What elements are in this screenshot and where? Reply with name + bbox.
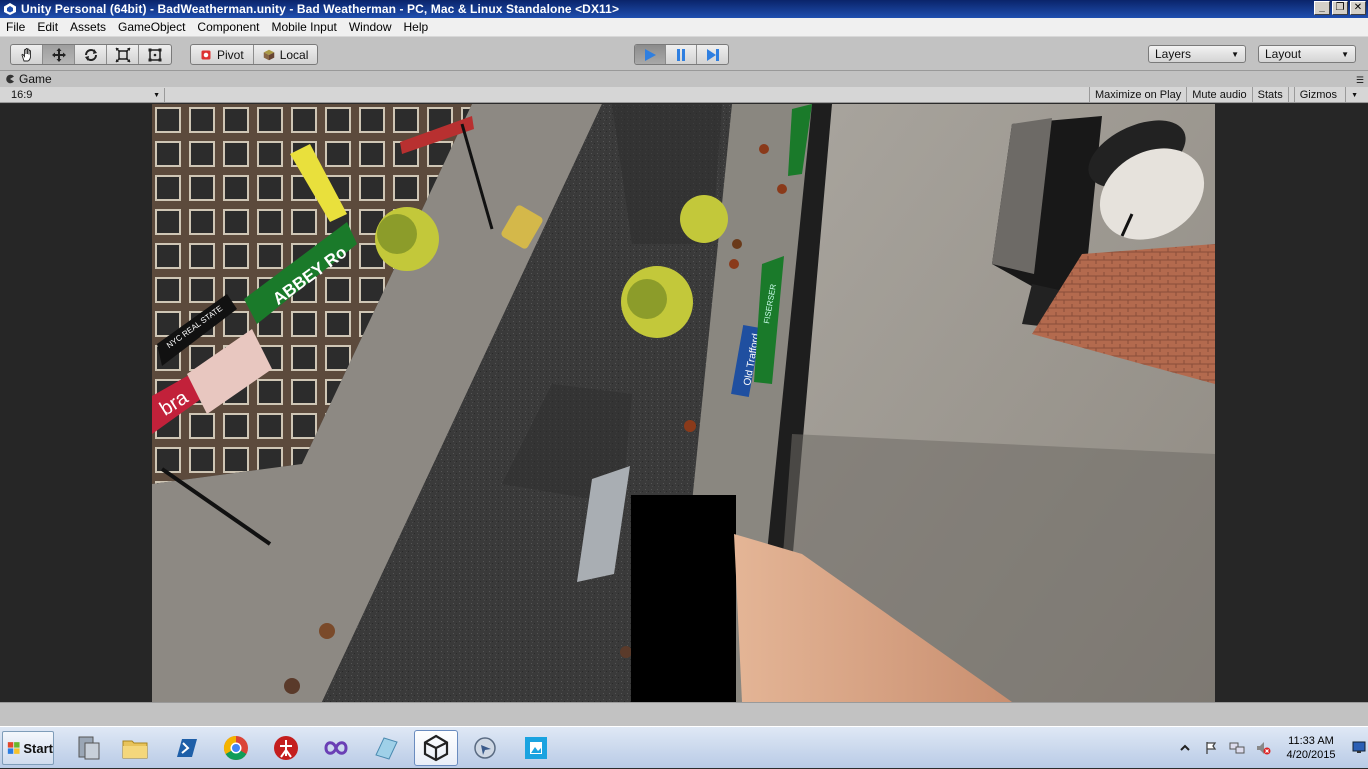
aspect-ratio-dropdown[interactable]: 16:9 ▼ bbox=[5, 88, 165, 102]
game-controls-bar: 16:9 ▼ Maximize on Play Mute audio Stats… bbox=[0, 87, 1368, 103]
gizmos-label: Gizmos bbox=[1293, 87, 1342, 103]
pause-button[interactable] bbox=[666, 45, 697, 64]
chrome-icon bbox=[223, 736, 248, 761]
layout-dropdown[interactable]: Layout ▼ bbox=[1258, 45, 1356, 63]
step-icon bbox=[706, 48, 719, 61]
rotate-tool-button[interactable] bbox=[75, 45, 107, 64]
start-button[interactable]: Start bbox=[2, 731, 54, 765]
restore-button[interactable]: ❐ bbox=[1332, 1, 1348, 15]
windows-logo-icon bbox=[7, 742, 20, 754]
title-bar: Unity Personal (64bit) - BadWeatherman.u… bbox=[0, 0, 1368, 18]
speaker-muted-icon[interactable] bbox=[1255, 740, 1271, 756]
image-viewer-icon bbox=[525, 737, 547, 759]
dropdown-arrow-icon: ▼ bbox=[1231, 49, 1239, 59]
game-scene: ABBEY Ro bra NYC REAL STATE Old Trafford… bbox=[152, 104, 1215, 702]
tab-game[interactable]: Game bbox=[5, 72, 52, 86]
powershell-icon bbox=[177, 739, 197, 757]
window-title: Unity Personal (64bit) - BadWeatherman.u… bbox=[21, 2, 620, 16]
unity-logo-icon bbox=[4, 3, 16, 15]
taskbar-powershell[interactable] bbox=[164, 730, 208, 766]
rotate-icon bbox=[84, 48, 97, 61]
taskbar-chrome[interactable] bbox=[214, 730, 258, 766]
scale-tool-button[interactable] bbox=[107, 45, 139, 64]
layers-dropdown[interactable]: Layers ▼ bbox=[1148, 45, 1246, 63]
menu-file[interactable]: File bbox=[0, 20, 31, 34]
menu-mobile-input[interactable]: Mobile Input bbox=[265, 20, 342, 34]
notes-icon bbox=[375, 737, 398, 760]
clock[interactable]: 11:33 AM 4/20/2015 bbox=[1276, 734, 1346, 762]
move-tool-button[interactable] bbox=[43, 45, 75, 64]
system-tray: 11:33 AM 4/20/2015 bbox=[1172, 727, 1368, 769]
dropdown-arrow-icon: ▼ bbox=[1341, 49, 1349, 59]
layers-label: Layers bbox=[1155, 47, 1192, 61]
scale-icon bbox=[114, 46, 131, 63]
game-panel-header: Game ☰ bbox=[0, 71, 1368, 87]
taskbar-visual-studio[interactable] bbox=[314, 730, 358, 766]
pivot-icon bbox=[201, 50, 211, 59]
pivot-label: Pivot bbox=[217, 47, 244, 62]
stats-toggle[interactable]: Stats bbox=[1251, 87, 1288, 103]
close-button[interactable]: ✕ bbox=[1350, 1, 1366, 15]
taskbar-unity[interactable] bbox=[414, 730, 458, 766]
layout-label: Layout bbox=[1265, 47, 1302, 61]
panel-menu-icon[interactable]: ☰ bbox=[1356, 75, 1364, 86]
pacman-icon bbox=[6, 74, 14, 84]
play-controls bbox=[634, 44, 729, 65]
hand-icon bbox=[21, 47, 31, 61]
folder-icon bbox=[122, 740, 148, 759]
clock-time: 11:33 AM bbox=[1288, 735, 1334, 747]
tab-game-label: Game bbox=[19, 72, 52, 86]
start-label: Start bbox=[23, 740, 53, 756]
chevron-up-icon[interactable] bbox=[1177, 740, 1193, 756]
flag-icon[interactable] bbox=[1203, 740, 1219, 756]
taskbar-server-manager[interactable] bbox=[66, 730, 110, 766]
step-button[interactable] bbox=[697, 45, 728, 64]
local-button[interactable]: Local bbox=[254, 45, 318, 64]
acrobat-icon bbox=[274, 736, 298, 760]
gizmos-dropdown[interactable]: Gizmos ▼ bbox=[1287, 87, 1368, 103]
unity-icon bbox=[423, 734, 449, 762]
menu-bar: File Edit Assets GameObject Component Mo… bbox=[0, 18, 1368, 37]
menu-gameobject[interactable]: GameObject bbox=[112, 20, 191, 34]
menu-assets[interactable]: Assets bbox=[64, 20, 112, 34]
pause-icon bbox=[677, 48, 685, 61]
taskbar-acrobat[interactable] bbox=[264, 730, 308, 766]
toolbar: Pivot Local Layers ▼ Layout ▼ bbox=[0, 37, 1368, 71]
local-cube-icon bbox=[263, 49, 274, 60]
menu-component[interactable]: Component bbox=[191, 20, 265, 34]
menu-edit[interactable]: Edit bbox=[31, 20, 64, 34]
menu-help[interactable]: Help bbox=[398, 20, 435, 34]
mute-audio-toggle[interactable]: Mute audio bbox=[1186, 87, 1251, 103]
dropdown-arrow-icon: ▼ bbox=[153, 91, 160, 99]
rect-tool-icon bbox=[148, 48, 162, 61]
maximize-on-play-toggle[interactable]: Maximize on Play bbox=[1089, 87, 1186, 103]
pivot-button[interactable]: Pivot bbox=[191, 45, 254, 64]
server-manager-icon bbox=[78, 736, 100, 760]
move-arrows-icon bbox=[51, 47, 66, 62]
menu-window[interactable]: Window bbox=[343, 20, 398, 34]
clock-date: 4/20/2015 bbox=[1286, 749, 1336, 761]
local-label: Local bbox=[279, 47, 309, 62]
rect-tool-button[interactable] bbox=[139, 45, 171, 64]
taskbar-explorer[interactable] bbox=[113, 730, 157, 766]
taskbar-notes[interactable] bbox=[364, 730, 408, 766]
minimize-button[interactable]: _ bbox=[1314, 1, 1330, 15]
taskbar-image-viewer[interactable] bbox=[514, 730, 558, 766]
hand-tool-button[interactable] bbox=[11, 45, 43, 64]
show-desktop-icon[interactable] bbox=[1352, 739, 1366, 755]
game-view[interactable]: ABBEY Ro bra NYC REAL STATE Old Trafford… bbox=[152, 104, 1215, 702]
aspect-label: 16:9 bbox=[11, 89, 33, 101]
taskbar-remote-desktop[interactable] bbox=[464, 730, 508, 766]
visual-studio-icon bbox=[324, 741, 348, 755]
play-button[interactable] bbox=[635, 45, 666, 64]
status-bar bbox=[0, 702, 1368, 726]
transform-tools bbox=[10, 44, 172, 65]
play-icon bbox=[645, 48, 656, 61]
network-icon[interactable] bbox=[1229, 740, 1245, 756]
dropdown-arrow-icon: ▼ bbox=[1345, 87, 1363, 103]
remote-desktop-icon bbox=[474, 737, 496, 759]
pivot-toggles: Pivot Local bbox=[190, 44, 319, 65]
taskbar: Start 11:33 AM 4/20/2015 bbox=[0, 726, 1368, 768]
